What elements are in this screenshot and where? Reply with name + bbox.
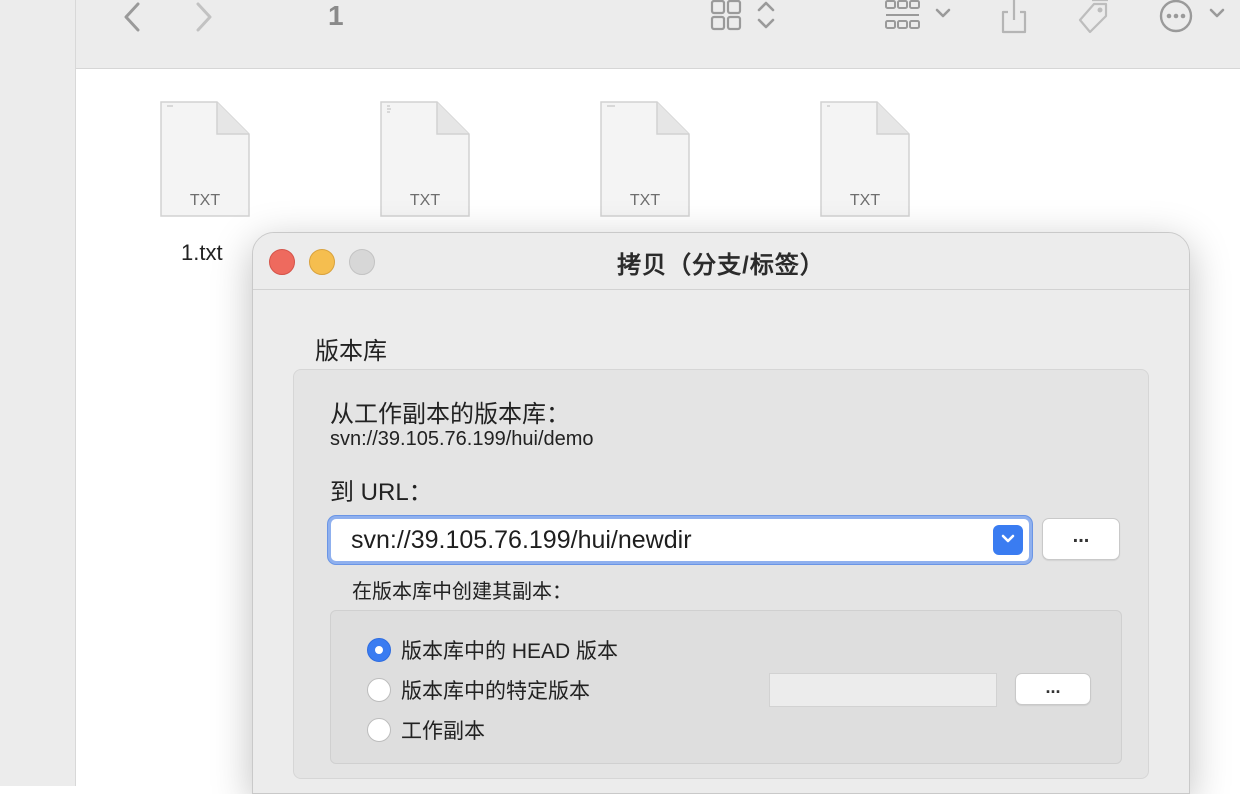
- create-copy-label: 在版本库中创建其副本：: [352, 581, 572, 603]
- sidebar-strip: [0, 0, 76, 786]
- from-repository-label: 从工作副本的版本库：: [330, 401, 570, 428]
- back-arrow-icon[interactable]: [120, 2, 144, 32]
- icon-view-icon[interactable]: [710, 0, 742, 32]
- share-icon[interactable]: [998, 0, 1030, 34]
- more-options-icon[interactable]: [1158, 0, 1194, 34]
- dialog-title: 拷贝（分支/标签）: [617, 252, 825, 279]
- radio-head-revision[interactable]: [367, 638, 391, 662]
- from-repository-url: svn://39.105.76.199/hui/demo: [330, 428, 594, 450]
- tag-icon[interactable]: [1072, 0, 1112, 34]
- option-label: 版本库中的 HEAD 版本: [401, 640, 619, 663]
- to-url-label: 到 URL：: [330, 479, 433, 506]
- copy-source-options: 版本库中的 HEAD 版本 版本库中的特定版本 工作副本 ...: [330, 610, 1122, 764]
- more-chevron-down-icon[interactable]: [1208, 6, 1226, 20]
- folder-title: 1: [328, 0, 344, 31]
- group-view-icon[interactable]: [884, 0, 922, 32]
- radio-working-copy[interactable]: [367, 718, 391, 742]
- browse-revision-button[interactable]: ...: [1015, 673, 1091, 705]
- option-label: 工作副本: [401, 720, 485, 743]
- file-icon-4[interactable]: TXT: [819, 100, 911, 218]
- file-icon-3[interactable]: TXT: [599, 100, 691, 218]
- url-dropdown-button[interactable]: [993, 525, 1023, 555]
- file-ext-label: TXT: [189, 192, 221, 209]
- file-name-label[interactable]: 1.txt: [181, 240, 223, 266]
- file-ext-label: TXT: [629, 192, 661, 209]
- radio-specific-revision[interactable]: [367, 678, 391, 702]
- browse-url-button[interactable]: ...: [1042, 518, 1120, 560]
- to-url-value[interactable]: svn://39.105.76.199/hui/newdir: [351, 526, 692, 555]
- chevron-down-icon: [1001, 534, 1015, 543]
- option-label: 版本库中的特定版本: [401, 680, 590, 703]
- file-icon-2[interactable]: TXT: [379, 100, 471, 218]
- finder-toolbar: 1: [76, 0, 1240, 69]
- file-icon-1[interactable]: TXT: [159, 100, 251, 218]
- revision-number-field[interactable]: [769, 673, 997, 707]
- to-url-combobox[interactable]: svn://39.105.76.199/hui/newdir: [328, 516, 1032, 564]
- forward-arrow-icon[interactable]: [192, 2, 216, 32]
- file-ext-label: TXT: [849, 192, 881, 209]
- view-switch-chevron-icon[interactable]: [756, 0, 776, 32]
- dialog-titlebar[interactable]: 拷贝（分支/标签）: [253, 233, 1189, 290]
- file-ext-label: TXT: [409, 192, 441, 209]
- repository-group-box: 从工作副本的版本库： svn://39.105.76.199/hui/demo …: [293, 369, 1149, 779]
- group-chevron-down-icon[interactable]: [934, 6, 952, 20]
- copy-branch-tag-dialog: 拷贝（分支/标签） 版本库 从工作副本的版本库： svn://39.105.76…: [252, 232, 1190, 794]
- repository-section-label: 版本库: [315, 338, 387, 365]
